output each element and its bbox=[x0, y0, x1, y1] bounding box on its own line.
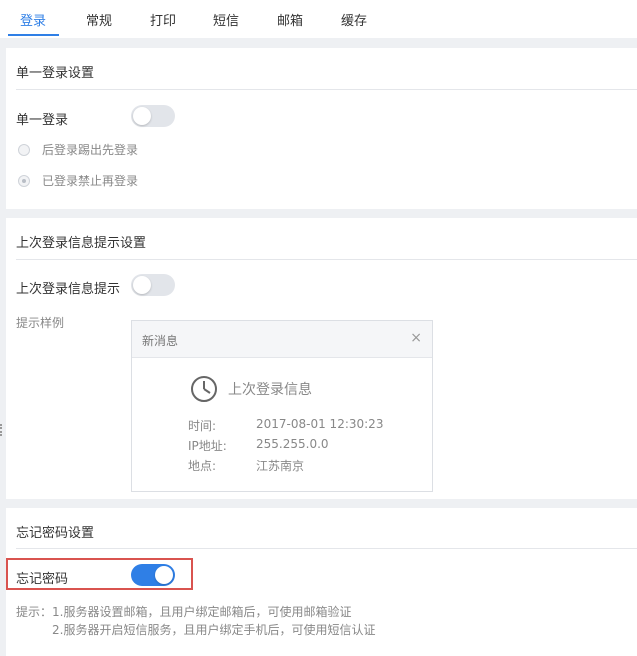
sample-heading: 上次登录信息 bbox=[228, 382, 312, 398]
last-login-label: 上次登录信息提示 bbox=[16, 282, 121, 297]
last-login-card: 上次登录信息提示设置 上次登录信息提示 提示样例 新消息 × 上次登录信息 时间… bbox=[6, 218, 637, 499]
radio-kick-previous[interactable] bbox=[18, 144, 30, 156]
sample-location-value: 江苏南京 bbox=[256, 459, 305, 473]
divider bbox=[16, 89, 637, 90]
tab-login[interactable]: 登录 bbox=[20, 10, 46, 29]
radio-kick-previous-label: 后登录踢出先登录 bbox=[42, 143, 139, 157]
single-login-label: 单一登录 bbox=[16, 113, 69, 128]
tab-general[interactable]: 常规 bbox=[86, 10, 112, 29]
hint-line-2: 2.服务器开启短信服务，且用户绑定手机后，可使用短信认证 bbox=[52, 623, 376, 637]
tab-bar: 登录 常规 打印 短信 邮箱 缓存 bbox=[0, 0, 637, 38]
divider bbox=[16, 548, 637, 549]
clock-icon bbox=[191, 376, 217, 402]
single-login-title: 单一登录设置 bbox=[16, 66, 95, 81]
toggle-knob bbox=[133, 276, 151, 294]
highlight-box bbox=[6, 558, 193, 590]
resize-handle[interactable] bbox=[0, 424, 5, 436]
tab-email[interactable]: 邮箱 bbox=[277, 10, 303, 29]
tab-cache[interactable]: 缓存 bbox=[341, 10, 367, 29]
sample-time-value: 2017-08-01 12:30:23 bbox=[256, 417, 384, 431]
single-login-card: 单一登录设置 单一登录 后登录踢出先登录 已登录禁止再登录 bbox=[6, 48, 637, 209]
forgot-password-title: 忘记密码设置 bbox=[16, 526, 95, 541]
sample-time-key: 时间: bbox=[188, 419, 217, 433]
toggle-knob bbox=[133, 107, 151, 125]
sample-message-box: 新消息 × 上次登录信息 时间: 2017-08-01 12:30:23 IP地… bbox=[131, 320, 433, 492]
tab-print[interactable]: 打印 bbox=[150, 10, 176, 29]
last-login-title: 上次登录信息提示设置 bbox=[16, 236, 147, 251]
active-tab-indicator bbox=[8, 34, 59, 36]
single-login-toggle[interactable] bbox=[131, 105, 175, 127]
sample-location-key: 地点: bbox=[188, 459, 217, 473]
tab-sms[interactable]: 短信 bbox=[213, 10, 239, 29]
divider bbox=[16, 259, 637, 260]
sample-ip-key: IP地址: bbox=[188, 439, 227, 453]
radio-forbid-relogin-label: 已登录禁止再登录 bbox=[42, 174, 139, 188]
sample-ip-value: 255.255.0.0 bbox=[256, 437, 329, 451]
last-login-toggle[interactable] bbox=[131, 274, 175, 296]
sample-label: 提示样例 bbox=[16, 316, 65, 330]
radio-forbid-relogin[interactable] bbox=[18, 175, 30, 187]
sample-header-title: 新消息 bbox=[142, 334, 179, 348]
sample-header: 新消息 × bbox=[132, 321, 432, 358]
close-icon[interactable]: × bbox=[410, 330, 422, 346]
hint-line-1: 提示：1.服务器设置邮箱，且用户绑定邮箱后，可使用邮箱验证 bbox=[16, 605, 352, 619]
